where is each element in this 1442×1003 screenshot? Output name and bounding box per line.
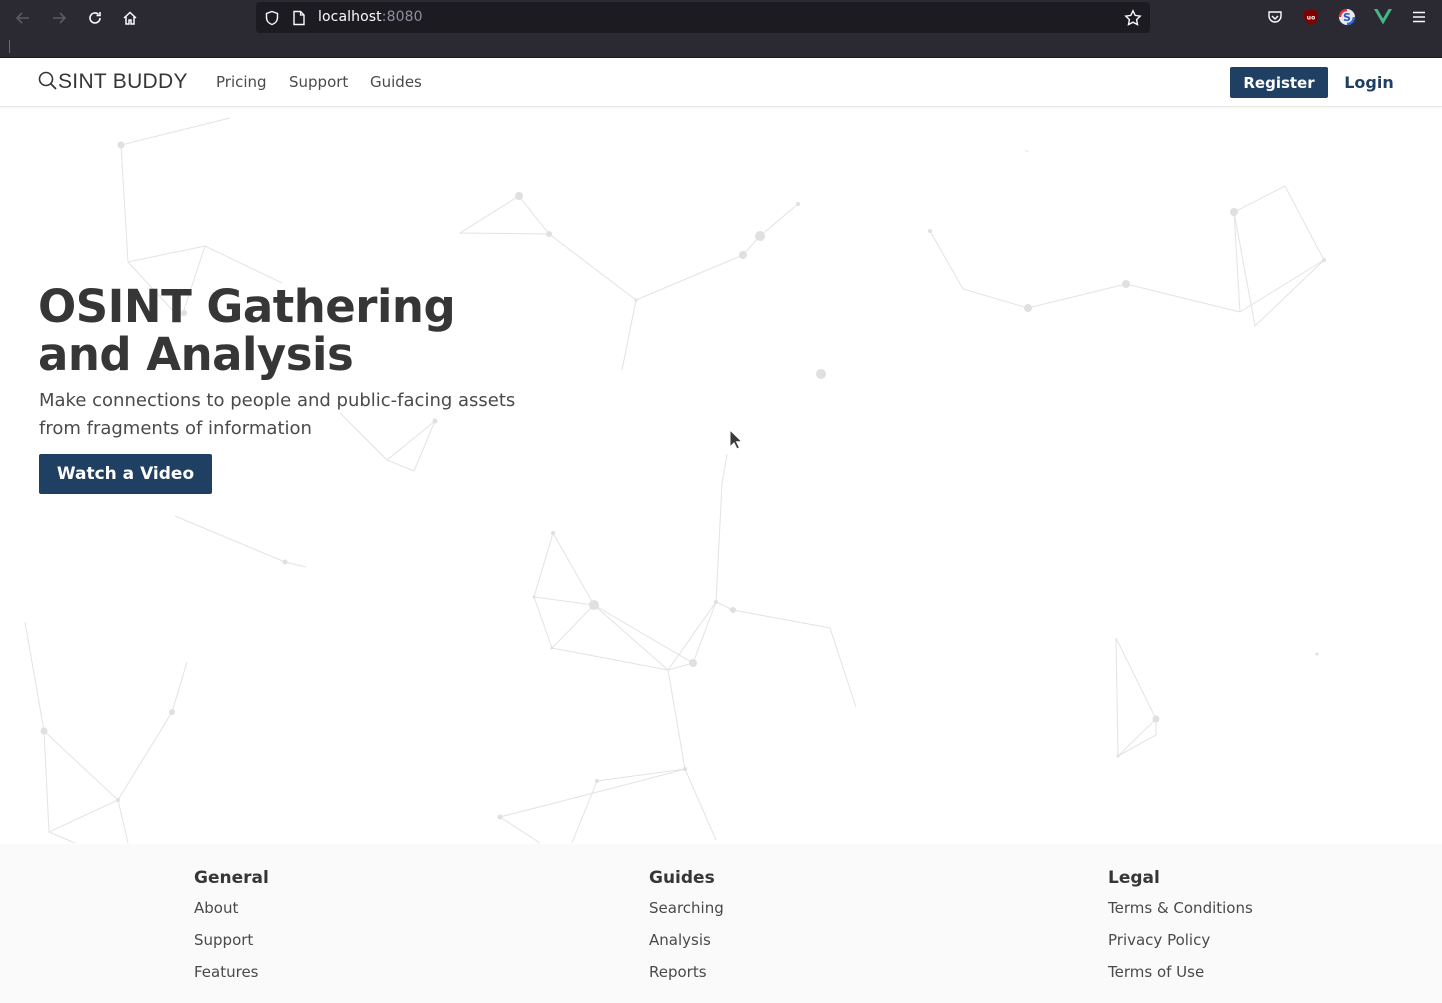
nav-link-guides[interactable]: Guides <box>370 73 422 91</box>
footer-link-terms-conditions[interactable]: Terms & Conditions <box>1108 896 1253 928</box>
bookmarks-toolbar <box>0 35 1442 58</box>
home-icon[interactable] <box>118 6 142 30</box>
url-port: :8080 <box>381 9 423 25</box>
footer-link-privacy-policy[interactable]: Privacy Policy <box>1108 928 1253 960</box>
footer-column-guides: Guides Searching Analysis Reports <box>649 868 724 992</box>
footer-link-support[interactable]: Support <box>194 928 269 960</box>
hero-title-line-1: OSINT Gathering <box>38 280 456 333</box>
footer-column-general: General About Support Features <box>194 868 269 992</box>
footer-heading: General <box>194 868 269 888</box>
shield-icon[interactable] <box>263 9 281 27</box>
nav-link-support[interactable]: Support <box>289 73 348 91</box>
hero-title: OSINT Gathering and Analysis <box>38 283 558 379</box>
hero-title-line-2: and Analysis <box>38 328 354 381</box>
register-button[interactable]: Register <box>1230 67 1328 98</box>
ublock-icon[interactable]: uo <box>1301 7 1321 27</box>
browser-toolbar: localhost:8080 uo S <box>0 0 1442 35</box>
hero-subtitle-line-1: Make connections to people and public-fa… <box>39 390 516 411</box>
login-button[interactable]: Login <box>1340 67 1398 98</box>
back-arrow-icon[interactable] <box>11 6 35 30</box>
pocket-icon[interactable] <box>1265 7 1285 27</box>
footer-heading: Legal <box>1108 868 1160 888</box>
watch-video-button[interactable]: Watch a Video <box>39 454 212 494</box>
menu-icon[interactable] <box>1409 7 1429 27</box>
bookmark-star-icon[interactable] <box>1124 9 1142 27</box>
site-footer: General About Support Features Guides Se… <box>0 844 1442 1003</box>
magnifier-icon <box>38 69 58 95</box>
reload-icon[interactable] <box>83 6 107 30</box>
footer-link-searching[interactable]: Searching <box>649 896 724 928</box>
url-host: localhost <box>318 9 382 25</box>
footer-link-about[interactable]: About <box>194 896 269 928</box>
hero-subtitle: Make connections to people and public-fa… <box>39 387 519 443</box>
vue-devtools-icon[interactable] <box>1373 7 1393 27</box>
footer-column-legal: Legal Terms & Conditions Privacy Policy … <box>1108 868 1253 992</box>
svg-text:uo: uo <box>1307 15 1315 22</box>
footer-link-terms-of-use[interactable]: Terms of Use <box>1108 960 1253 992</box>
nav-link-pricing[interactable]: Pricing <box>216 73 267 91</box>
network-background <box>24 117 1326 844</box>
svg-text:S: S <box>1343 11 1351 24</box>
url-text[interactable]: localhost:8080 <box>318 9 423 25</box>
url-bar[interactable]: localhost:8080 <box>256 2 1150 33</box>
footer-link-reports[interactable]: Reports <box>649 960 724 992</box>
footer-heading: Guides <box>649 868 715 888</box>
footer-link-features[interactable]: Features <box>194 960 269 992</box>
brand-name: SINT BUDDY <box>58 70 188 93</box>
page-icon <box>290 9 308 27</box>
hero-subtitle-line-2: from fragments of information <box>39 418 312 439</box>
hero-section: OSINT Gathering and Analysis Make connec… <box>0 107 1442 844</box>
bookmarks-separator <box>9 40 10 53</box>
footer-link-analysis[interactable]: Analysis <box>649 928 724 960</box>
forward-arrow-icon[interactable] <box>47 6 71 30</box>
site-navbar: SINT BUDDY Pricing Support Guides Regist… <box>0 58 1442 107</box>
brand-logo[interactable]: SINT BUDDY <box>38 69 188 95</box>
extension-s-icon[interactable]: S <box>1337 7 1357 27</box>
mouse-cursor-icon <box>729 428 744 455</box>
